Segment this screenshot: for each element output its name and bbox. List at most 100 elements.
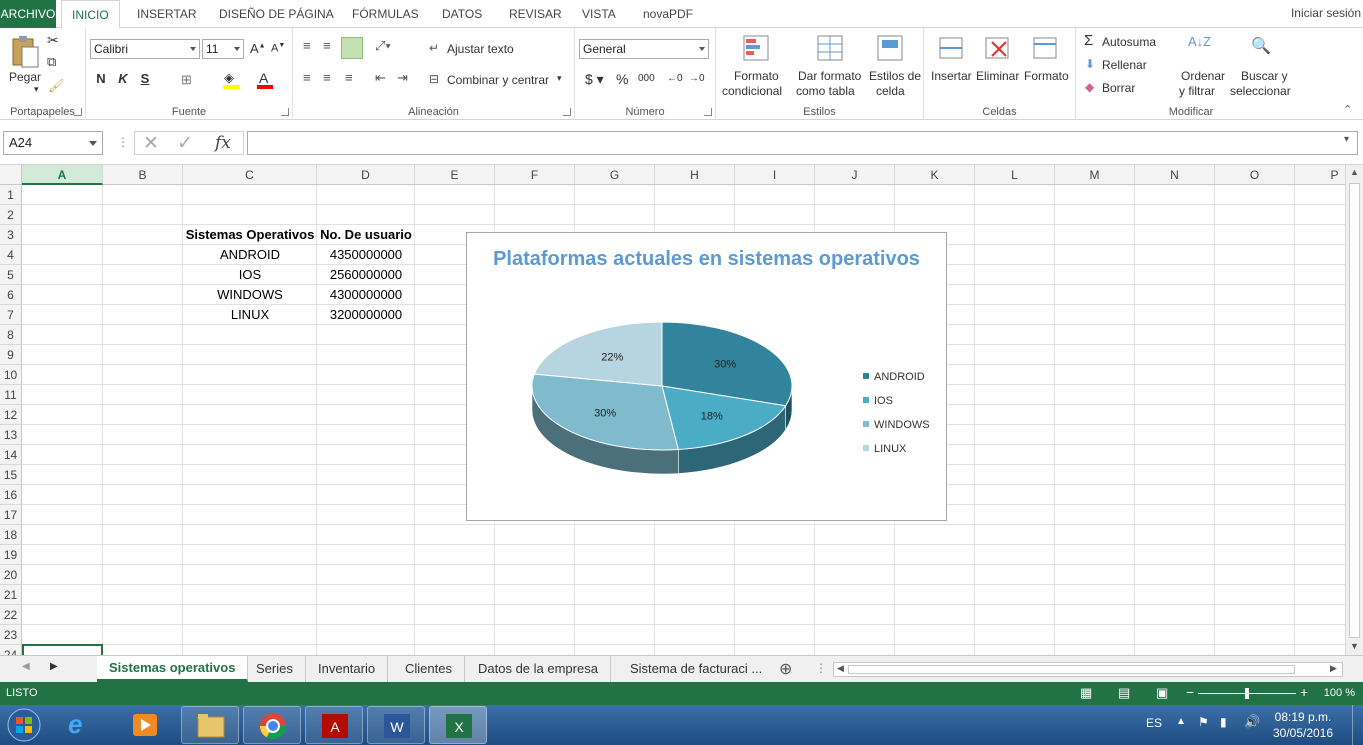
conditional-format-label1[interactable]: Formato [734,69,779,83]
tab-novapdf[interactable]: novaPDF [633,0,703,28]
column-header-b[interactable]: B [103,165,183,185]
tab-vista[interactable]: VISTA [572,0,626,28]
row-header-4[interactable]: 4 [0,245,22,265]
sign-in-link[interactable]: Iniciar sesión [1291,6,1361,20]
row-header-21[interactable]: 21 [0,585,22,605]
row-header-5[interactable]: 5 [0,265,22,285]
scroll-down-icon[interactable]: ▼ [1350,641,1359,651]
taskbar-explorer-button[interactable] [181,706,239,744]
scroll-up-icon[interactable]: ▲ [1350,167,1359,177]
cut-icon[interactable]: ✂ [47,32,59,49]
row-header-20[interactable]: 20 [0,565,22,585]
column-header-j[interactable]: J [815,165,895,185]
legend-swatch-android[interactable] [863,373,869,379]
vertical-scrollbar[interactable]: ▲ ▼ [1345,165,1363,655]
increase-indent-icon[interactable]: ⇥ [397,70,408,86]
insert-cells-icon[interactable] [938,34,966,62]
row-header-22[interactable]: 22 [0,605,22,625]
row-header-11[interactable]: 11 [0,385,22,405]
align-center-icon[interactable]: ≡ [323,70,331,85]
normal-view-icon[interactable]: ▦ [1080,685,1092,701]
column-header-e[interactable]: E [415,165,495,185]
cell-os-name[interactable]: LINUX [183,305,317,325]
column-header-n[interactable]: N [1135,165,1215,185]
align-left-icon[interactable]: ≡ [303,70,311,85]
cell-user-count[interactable]: 4300000000 [317,285,415,305]
sheet-tab-datos-empresa[interactable]: Datos de la empresa [466,656,611,682]
orientation-icon[interactable]: ⤢▾ [375,38,391,54]
column-header-d[interactable]: D [317,165,415,185]
collapse-ribbon-icon[interactable]: ⌃ [1343,103,1352,116]
next-sheet-icon[interactable]: ▶ [50,661,58,672]
row-header-3[interactable]: 3 [0,225,22,245]
increase-decimal-button[interactable]: ←0 [667,73,683,84]
legend-label-windows[interactable]: WINDOWS [874,419,930,431]
sort-filter-label2[interactable]: y filtrar [1179,84,1215,98]
cell-styles-label1[interactable]: Estilos de [869,69,921,83]
column-header-m[interactable]: M [1055,165,1135,185]
tab-revisar[interactable]: REVISAR [499,0,572,28]
merge-center-button[interactable]: Combinar y centrar [447,73,549,87]
cell-os-name[interactable]: IOS [183,265,317,285]
delete-cells-button[interactable]: Eliminar [976,69,1019,83]
decrease-decimal-button[interactable]: →0 [689,73,705,84]
cell-user-count[interactable]: 3200000000 [317,305,415,325]
format-cells-icon[interactable] [1032,34,1060,62]
alignment-launcher-icon[interactable] [563,108,571,116]
new-sheet-icon[interactable]: ⊕ [779,659,792,679]
show-desktop-button[interactable] [1352,705,1363,745]
sheet-tab-sistema-facturacion[interactable]: Sistema de facturaci ... [618,656,774,682]
row-header-1[interactable]: 1 [0,185,22,205]
tab-inicio[interactable]: INICIO [61,0,120,29]
pie-data-label[interactable]: 30% [714,358,736,370]
show-hidden-icons-icon[interactable]: ▲ [1176,716,1186,727]
row-header-2[interactable]: 2 [0,205,22,225]
column-header-p[interactable]: P [1295,165,1345,185]
thousands-button[interactable]: 000 [638,73,655,84]
wrap-text-icon[interactable]: ↵ [429,41,439,55]
row-header-6[interactable]: 6 [0,285,22,305]
number-format-select[interactable]: General [579,39,709,59]
row-header-17[interactable]: 17 [0,505,22,525]
power-icon[interactable]: ▮ [1220,715,1227,729]
cell-c3-header[interactable]: Sistemas Operativos [183,225,317,245]
legend-swatch-windows[interactable] [863,421,869,427]
vertical-scroll-thumb[interactable] [1349,183,1360,638]
format-table-icon[interactable] [816,34,846,64]
autosum-icon[interactable]: Σ [1084,32,1093,49]
page-layout-icon[interactable]: ▤ [1118,685,1130,701]
clear-button[interactable]: Borrar [1102,81,1135,95]
paste-label[interactable]: Pegar [9,70,41,84]
row-header-19[interactable]: 19 [0,545,22,565]
action-center-flag-icon[interactable]: ⚑ [1198,715,1209,729]
zoom-level[interactable]: 100 % [1324,687,1355,699]
confirm-entry-icon[interactable]: ✓ [177,132,193,155]
column-header-a[interactable]: A [22,165,103,185]
sort-filter-label1[interactable]: Ordenar [1181,69,1225,83]
legend-swatch-ios[interactable] [863,397,869,403]
find-select-label1[interactable]: Buscar y [1241,69,1288,83]
expand-formula-bar-icon[interactable]: ▾ [1344,134,1349,145]
align-bottom-icon[interactable] [341,37,363,59]
fill-color-icon[interactable]: ◈ [224,70,234,86]
row-header-14[interactable]: 14 [0,445,22,465]
scroll-right-icon[interactable]: ▶ [1330,663,1337,674]
sheet-tab-inventario[interactable]: Inventario [306,656,389,682]
format-table-label2[interactable]: como tabla [796,84,855,98]
column-header-i[interactable]: I [735,165,815,185]
format-painter-icon[interactable]: 🖌 [48,78,65,94]
cell-os-name[interactable]: ANDROID [183,245,317,265]
zoom-slider-thumb[interactable] [1245,688,1249,699]
horizontal-scroll-thumb[interactable] [848,665,1295,674]
grow-font-icon[interactable]: A▲ [250,41,266,56]
legend-label-linux[interactable]: LINUX [874,443,907,455]
taskbar-word-button[interactable]: W [367,706,425,744]
name-box[interactable]: A24 [3,131,103,155]
font-size-select[interactable]: 11 [202,39,244,59]
scroll-left-icon[interactable]: ◀ [837,663,844,674]
column-header-f[interactable]: F [495,165,575,185]
horizontal-scrollbar[interactable]: ◀ ▶ [833,662,1343,677]
conditional-format-label2[interactable]: condicional [722,84,782,98]
merge-dropdown-icon[interactable]: ▾ [557,73,562,84]
sort-filter-icon[interactable]: A↓Z [1188,34,1211,49]
